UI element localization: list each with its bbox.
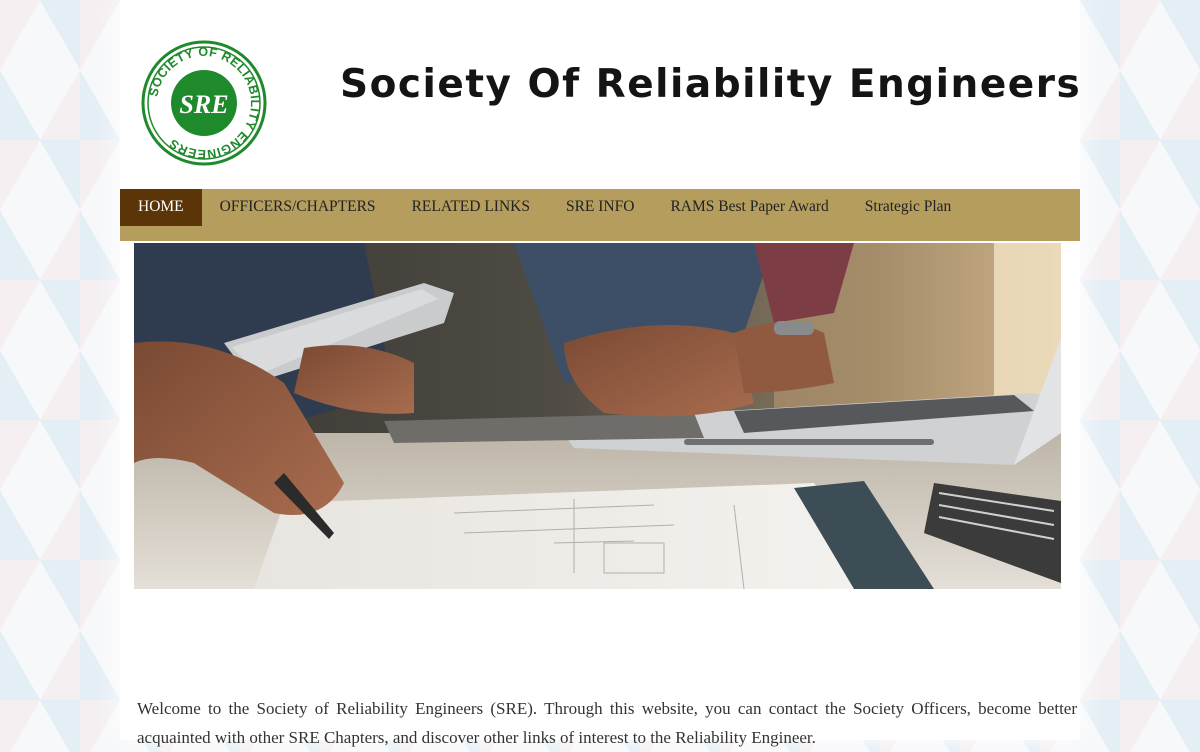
site-title: Society Of Reliability Engineers — [340, 62, 1082, 107]
intro-paragraph: Welcome to the Society of Reliability En… — [137, 699, 1077, 747]
page-container: SOCIETY OF RELIABILITY ENGINEERS SRE Soc… — [120, 0, 1082, 747]
nav-strategic-plan[interactable]: Strategic Plan — [847, 189, 970, 226]
nav-rams-best-paper-award[interactable]: RAMS Best Paper Award — [652, 189, 846, 226]
logo-monogram: SRE — [179, 90, 228, 119]
hero-image — [134, 243, 1061, 589]
nav-sre-info[interactable]: SRE INFO — [548, 189, 652, 226]
sre-logo[interactable]: SOCIETY OF RELIABILITY ENGINEERS SRE — [141, 40, 267, 166]
main-nav: HOME OFFICERS/CHAPTERS RELATED LINKS SRE… — [120, 189, 1080, 241]
nav-home[interactable]: HOME — [120, 189, 202, 226]
nav-officers-chapters[interactable]: OFFICERS/CHAPTERS — [202, 189, 394, 226]
nav-related-links[interactable]: RELATED LINKS — [394, 189, 548, 226]
